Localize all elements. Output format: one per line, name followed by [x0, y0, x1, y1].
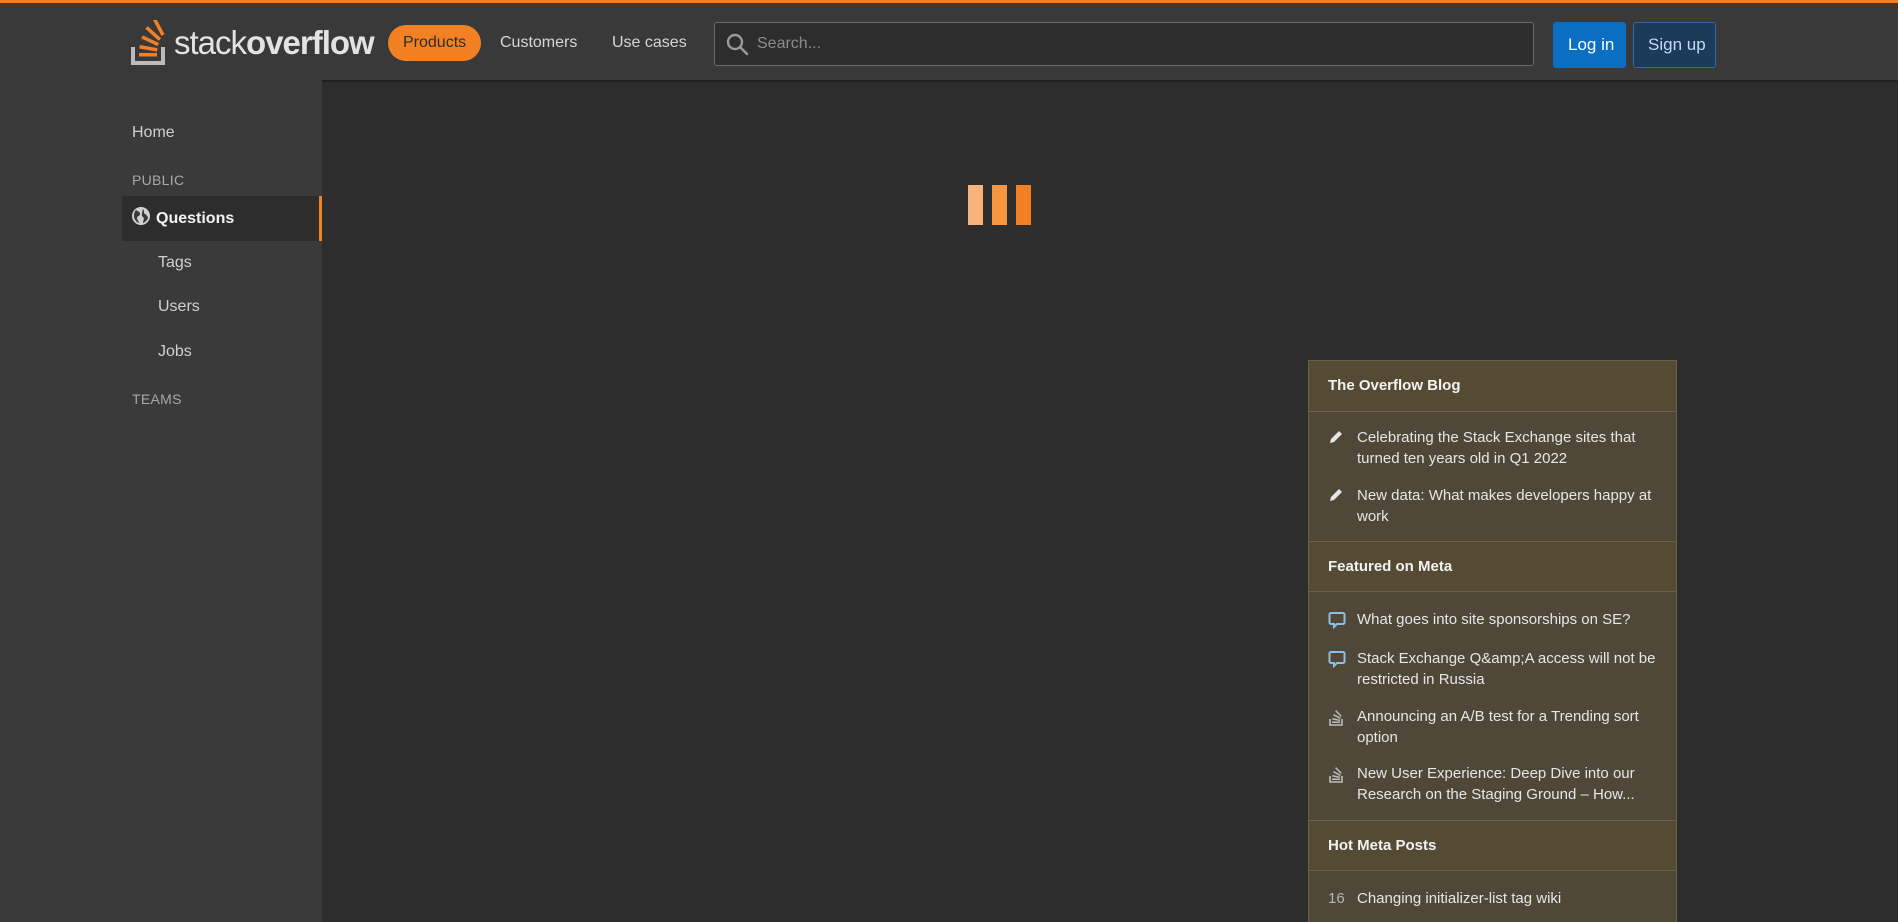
pencil-icon	[1328, 485, 1357, 508]
sidebar-item-home[interactable]: Home	[132, 124, 175, 142]
logo-text-stack: stack	[174, 24, 247, 61]
logo-wordmark: stackoverflow	[174, 24, 375, 62]
widget-header-hot-meta: Hot Meta Posts	[1309, 820, 1676, 871]
meta-post-link[interactable]: New User Experience: Deep Dive into our …	[1357, 763, 1658, 805]
stackoverflow-icon	[1328, 763, 1357, 788]
left-sidebar: Home PUBLIC Questions Tags Users Jobs TE…	[0, 80, 322, 922]
stackoverflow-logo-icon	[131, 20, 165, 65]
speech-bubble-icon	[1328, 648, 1357, 673]
nav-products[interactable]: Products	[388, 25, 482, 61]
stackoverflow-icon	[1328, 706, 1357, 731]
loading-bar	[968, 185, 983, 225]
sidebar-item-jobs[interactable]: Jobs	[158, 343, 192, 361]
blog-post-link[interactable]: New data: What makes developers happy at…	[1357, 485, 1658, 527]
stackoverflow-logo[interactable]: stackoverflow	[130, 19, 375, 67]
list-item[interactable]: What goes into site sponsorships on SE?	[1328, 609, 1658, 634]
sidebar-item-tags[interactable]: Tags	[158, 254, 192, 272]
speech-bubble-icon	[1328, 609, 1357, 634]
globe-icon	[131, 206, 151, 231]
list-item[interactable]: 16 Changing initializer-list tag wiki	[1328, 888, 1658, 909]
list-item[interactable]: New data: What makes developers happy at…	[1328, 485, 1658, 527]
list-item[interactable]: New User Experience: Deep Dive into our …	[1328, 763, 1658, 805]
sidebar-widget: The Overflow Blog Celebrating the Stack …	[1308, 360, 1677, 922]
meta-post-link[interactable]: What goes into site sponsorships on SE?	[1357, 609, 1631, 630]
list-item[interactable]: Stack Exchange Q&amp;A access will not b…	[1328, 648, 1658, 690]
sidebar-item-users[interactable]: Users	[158, 298, 200, 316]
nav-customers[interactable]: Customers	[485, 25, 592, 61]
signup-button[interactable]: Sign up	[1633, 22, 1716, 68]
hot-meta-post-link[interactable]: Changing initializer-list tag wiki	[1357, 888, 1561, 909]
sidebar-section-public: PUBLIC	[132, 172, 185, 188]
blog-post-link[interactable]: Celebrating the Stack Exchange sites tha…	[1357, 427, 1658, 469]
list-item[interactable]: Celebrating the Stack Exchange sites tha…	[1328, 427, 1658, 469]
sidebar-item-questions[interactable]: Questions	[122, 196, 322, 241]
search-icon	[715, 32, 751, 56]
top-bar: stackoverflow Products Customers Use cas…	[0, 0, 1898, 80]
meta-post-link[interactable]: Stack Exchange Q&amp;A access will not b…	[1357, 648, 1658, 690]
nav-use-cases[interactable]: Use cases	[597, 25, 702, 61]
sidebar-item-questions-label: Questions	[156, 209, 235, 227]
loading-bar	[992, 185, 1007, 225]
logo-text-overflow: overflow	[246, 24, 375, 61]
pencil-icon	[1328, 427, 1357, 450]
widget-header-meta: Featured on Meta	[1309, 541, 1676, 592]
sidebar-section-teams[interactable]: TEAMS	[132, 391, 182, 407]
answer-count: 16	[1328, 890, 1345, 907]
loading-indicator	[968, 185, 1032, 225]
loading-bar	[1016, 185, 1031, 225]
list-item[interactable]: Announcing an A/B test for a Trending so…	[1328, 706, 1658, 748]
search-box[interactable]	[714, 22, 1534, 66]
search-input[interactable]	[751, 34, 1533, 54]
meta-post-link[interactable]: Announcing an A/B test for a Trending so…	[1357, 706, 1658, 748]
widget-header-blog: The Overflow Blog	[1309, 361, 1676, 412]
login-button[interactable]: Log in	[1553, 22, 1626, 68]
